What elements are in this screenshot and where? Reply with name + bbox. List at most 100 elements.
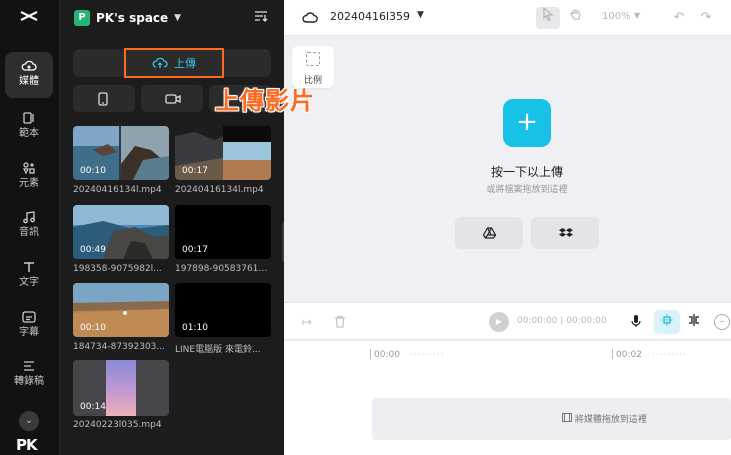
trash-icon[interactable] [334,315,346,331]
hand-tool-button[interactable] [564,7,588,29]
media-filename: 184734-87392303... [73,342,165,352]
timeline-area[interactable]: 00:00 ········· 00:02 ········· 將媒體拖放到這裡 [284,341,731,455]
plus-icon: + [516,107,538,137]
rail-item-subtitles[interactable]: 字幕 [5,303,53,349]
media-filename: 20240416134l.mp4 [73,185,162,195]
brand-text: PK [16,436,38,454]
rail-item-transcript[interactable]: 轉錄稿 [5,352,53,398]
ruler-label: 00:00 [374,350,400,360]
ruler-label: 00:02 [616,350,642,360]
upload-label: 上傳 [174,57,196,70]
zoom-out-icon[interactable]: – [714,314,730,330]
text-icon [24,262,34,272]
add-media-button[interactable]: + [503,99,551,147]
media-duration: 00:10 [80,323,106,333]
rail-item-label: 範本 [19,128,39,139]
media-drop-track[interactable]: 將媒體拖放到這裡 [372,398,731,440]
media-panel: P PK's space ▼ 上傳 00:10 20240416134l.mp4… [60,0,284,455]
media-filename: 20240416134l.mp4 [175,185,264,195]
media-duration: 01:10 [182,323,208,333]
cloud-icon [302,12,318,23]
media-duration: 00:10 [80,166,106,176]
record-button[interactable] [141,85,203,112]
timecode-total: 00:00:00 [566,316,607,326]
phone-upload-button[interactable] [73,85,135,112]
space-name: PK's space [96,11,169,25]
drop-subtitle: 或將檔案拖放到這裡 [486,185,568,195]
media-thumbnail[interactable]: 00:10 [73,126,169,180]
track-hint: 將媒體拖放到這裡 [562,412,647,425]
cloud-upload-icon [152,57,168,68]
rail-item-audio[interactable]: 音訊 [5,203,53,249]
project-name[interactable]: 20240416l359 [330,10,410,23]
track-hint-label: 將媒體拖放到這裡 [574,415,647,425]
sort-icon[interactable] [254,10,268,22]
zoom-level[interactable]: 100% [602,11,631,22]
media-thumbnail[interactable]: 00:17 [175,126,271,180]
rail-item-label: 轉錄稿 [14,376,44,387]
media-duration: 00:49 [80,245,106,255]
media-duration: 00:14 [80,402,106,412]
google-drive-button[interactable] [455,217,523,249]
redo-button[interactable]: ↷ [694,7,718,29]
workspace: 20240416l359 ▼ 100% ▼ ↶ ↷ 比例 + 按一下以上傳 或將… [284,0,731,455]
media-thumbnail[interactable]: 00:49 [73,205,169,259]
media-filename: 197898-905837613... [175,264,271,274]
media-filename: LINE電腦版 來電鈴... [175,345,261,355]
timecode: 00:00:00 | 00:00:00 [517,316,607,326]
play-button[interactable]: ▶ [489,312,509,332]
dropbox-icon [559,228,573,237]
undo-button[interactable]: ↶ [667,7,691,29]
left-rail: 媒體 範本 元素 音訊 文字 字幕 轉錄稿 ⌄ PK [0,0,60,455]
pk-brand-logo: PK [16,436,38,454]
dropbox-button[interactable] [531,217,599,249]
media-filename: 198358-9075982l... [73,264,162,274]
snap-icon [661,314,673,326]
ruler-dots: ········· [652,350,687,360]
space-badge: P [74,10,90,26]
ruler-tick [370,349,371,359]
rail-item-label: 元素 [19,178,39,189]
ratio-icon [306,52,320,66]
media-thumbnail[interactable]: 00:10 [73,283,169,337]
phone-icon [98,92,108,106]
media-duration: 00:17 [182,166,208,176]
space-selector[interactable]: P PK's space ▼ [74,8,181,28]
upload-highlight: 上傳 [124,48,224,78]
microphone-icon[interactable] [631,314,641,331]
split-icon[interactable] [687,314,701,329]
media-thumbnail[interactable]: 00:14 [73,360,169,416]
capcut-logo-icon[interactable] [17,5,41,29]
subtitle-icon [22,311,36,323]
rail-item-label: 音訊 [19,227,39,238]
video-camera-icon [165,94,181,104]
time-ruler: 00:00 ········· 00:02 ········· [370,343,731,363]
rail-item-text[interactable]: 文字 [5,253,53,299]
chevron-down-icon[interactable]: ⌄ [19,411,39,431]
chevron-down-icon[interactable]: ▼ [417,10,424,20]
top-bar: 20240416l359 ▼ 100% ▼ ↶ ↷ [284,0,731,36]
rail-item-label: 文字 [19,277,39,288]
select-tool-button[interactable] [536,6,560,29]
timecode-current: 00:00:00 [517,316,558,326]
media-thumbnail[interactable]: 01:10 [175,283,271,337]
media-thumbnail[interactable]: 00:17 [175,205,271,259]
rail-item-elements[interactable]: 元素 [5,154,53,200]
chevron-down-icon[interactable]: ▼ [634,11,640,20]
rail-item-label: 媒體 [19,76,39,87]
magnet-snap-button[interactable] [654,310,680,334]
split-cursor-icon[interactable]: ↦ [302,315,312,329]
ruler-tick [612,349,613,359]
media-duration: 00:17 [182,245,208,255]
google-drive-icon [483,227,496,239]
music-note-icon [23,211,35,224]
template-icon [23,112,34,124]
media-filename: 20240223l035.mp4 [73,420,162,430]
rail-item-label: 字幕 [19,327,39,338]
elements-icon [23,162,35,175]
rail-item-templates[interactable]: 範本 [5,104,53,150]
upload-button[interactable]: 上傳 [73,48,271,78]
rail-item-media[interactable]: 媒體 [5,52,53,98]
upload-video-callout: 上傳影片 [215,87,315,115]
cloud-upload-icon [21,60,37,71]
